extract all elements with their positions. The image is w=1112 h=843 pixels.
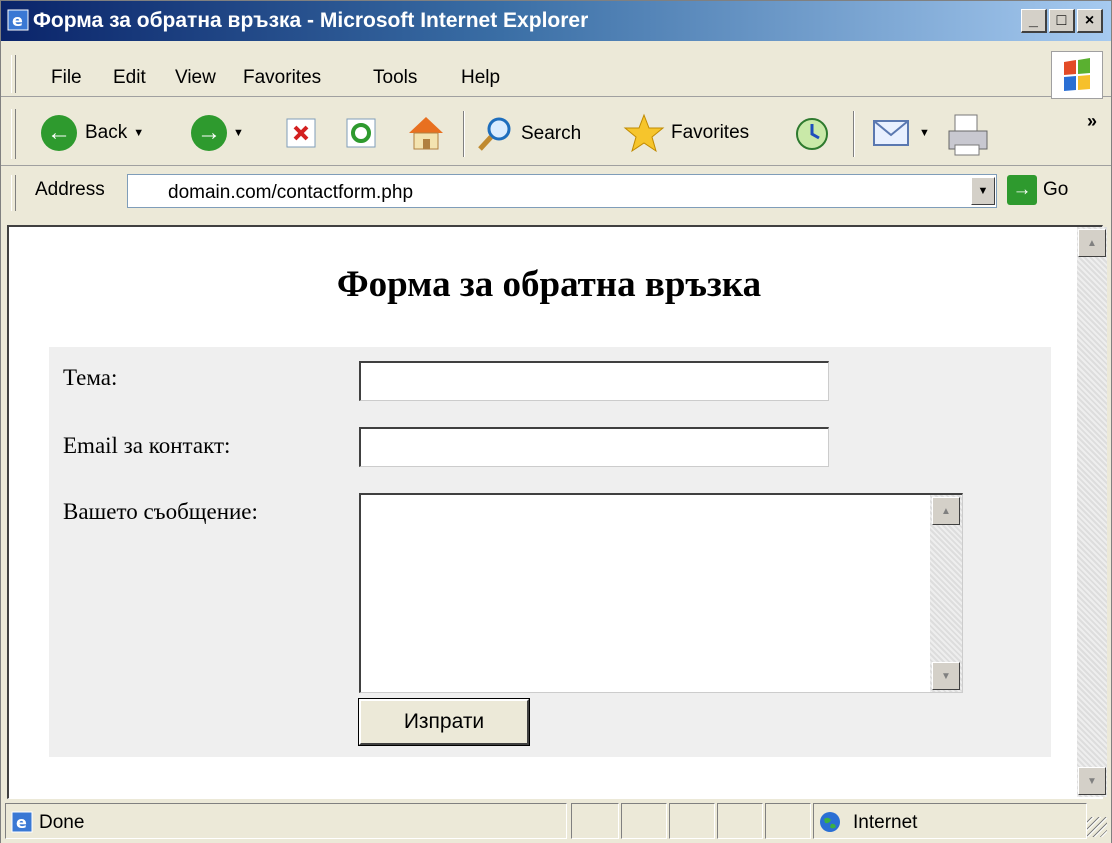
forward-button[interactable]: → ▼ [191, 115, 244, 151]
address-url: domain.com/contactform.php [168, 182, 414, 203]
mail-dropdown-icon[interactable]: ▼ [919, 127, 930, 139]
subject-label: Тема: [63, 365, 118, 390]
menu-bar [1, 46, 1111, 97]
favorites-star-icon [623, 113, 665, 153]
search-icon [478, 117, 511, 151]
menu-tools[interactable]: Tools [373, 67, 417, 89]
forward-dropdown-icon[interactable]: ▼ [233, 127, 244, 139]
menu-grip[interactable] [11, 55, 16, 93]
windows-logo-icon [1051, 51, 1103, 99]
stop-button[interactable] [285, 117, 317, 149]
scroll-up-icon[interactable]: ▲ [932, 497, 960, 525]
search-button[interactable]: Search [475, 115, 581, 153]
status-panel [621, 803, 667, 839]
resize-grip-icon[interactable] [1087, 817, 1107, 837]
go-label: Go [1043, 179, 1069, 200]
mail-icon [873, 120, 909, 146]
window-title: Форма за обратна връзка - Microsoft Inte… [33, 9, 589, 32]
scroll-down-icon[interactable]: ▼ [932, 662, 960, 690]
internet-globe-icon [819, 811, 841, 838]
back-button[interactable]: ← Back ▼ [41, 115, 144, 151]
ie-logo-icon: e [7, 9, 29, 31]
menu-favorites[interactable]: Favorites [243, 67, 321, 89]
menu-edit[interactable]: Edit [113, 67, 146, 89]
history-button[interactable] [793, 115, 831, 153]
stop-icon [286, 118, 316, 148]
subject-input[interactable] [359, 361, 829, 401]
zone-text: Internet [853, 812, 918, 833]
email-label: Email за контакт: [63, 433, 231, 458]
message-textarea[interactable]: ▲ ▼ [359, 493, 963, 693]
page-scroll-up-icon[interactable]: ▲ [1078, 229, 1106, 257]
status-text: Done [39, 812, 85, 833]
menu-help[interactable]: Help [461, 67, 500, 89]
page-title: Форма за обратна връзка [336, 264, 762, 305]
message-label: Вашето съобщение: [63, 499, 258, 524]
maximize-button[interactable]: □ [1049, 9, 1075, 33]
mail-button[interactable]: ▼ [871, 115, 930, 151]
close-button[interactable]: × [1077, 9, 1103, 33]
browser-window: e Форма за обратна връзка - Microsoft In… [0, 0, 1112, 843]
printer-icon [948, 114, 988, 156]
address-grip[interactable] [11, 175, 16, 211]
back-label: Back [85, 122, 128, 143]
menu-file[interactable]: File [51, 67, 82, 89]
go-arrow-icon: → [1007, 175, 1037, 205]
toolbar-separator [463, 111, 465, 157]
address-dropdown-icon[interactable]: ▼ [971, 177, 995, 205]
history-icon [796, 118, 828, 150]
submit-button[interactable]: Изпрати [358, 698, 530, 746]
home-icon [409, 117, 443, 150]
svg-text:e: e [16, 813, 27, 832]
forward-arrow-icon: → [191, 115, 227, 151]
status-main-panel [5, 803, 567, 839]
back-dropdown-icon[interactable]: ▼ [133, 127, 144, 139]
favorites-button[interactable]: Favorites [623, 113, 749, 153]
refresh-icon [346, 118, 376, 148]
toolbar-chevron-icon[interactable]: » [1087, 111, 1097, 132]
toolbar-grip[interactable] [11, 109, 16, 159]
favorites-label: Favorites [671, 122, 750, 143]
status-panel [717, 803, 763, 839]
email-input[interactable] [359, 427, 829, 467]
toolbar-separator [853, 111, 855, 157]
status-panel [765, 803, 811, 839]
address-label: Address [35, 179, 105, 200]
page-scrollbar[interactable]: ▲ ▼ [1077, 227, 1107, 797]
search-label: Search [521, 123, 582, 144]
go-button[interactable]: → Go [1007, 175, 1068, 205]
title-bar: e Форма за обратна връзка - Microsoft In… [1, 1, 1111, 41]
print-button[interactable] [943, 111, 993, 159]
svg-text:e: e [12, 11, 23, 30]
message-scrollbar[interactable]: ▲ ▼ [930, 495, 962, 692]
address-input[interactable]: domain.com/contactform.php [127, 174, 997, 208]
page-done-icon: e [11, 811, 33, 838]
status-panel [669, 803, 715, 839]
menu-view[interactable]: View [175, 67, 216, 89]
page-scroll-down-icon[interactable]: ▼ [1078, 767, 1106, 795]
status-panel [571, 803, 619, 839]
refresh-button[interactable] [345, 117, 377, 149]
home-button[interactable] [405, 113, 447, 153]
back-arrow-icon: ← [41, 115, 77, 151]
minimize-button[interactable]: _ [1021, 9, 1047, 33]
